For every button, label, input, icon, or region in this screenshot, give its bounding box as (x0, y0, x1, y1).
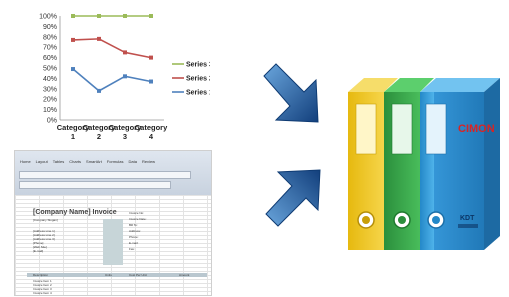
series-line (72, 38, 152, 59)
ribbon-tabs: Home Layout Tables Charts SmartArt Formulas Da… (15, 159, 211, 167)
series-point (149, 14, 153, 18)
x-tick-label: Category (135, 123, 168, 132)
invoice-table-header: Description Units Cost Per Unit Amount (27, 273, 207, 277)
y-tick-label: 70% (43, 45, 57, 52)
invoice-label: Address: (129, 229, 141, 233)
col-description: Description (33, 273, 49, 277)
line-chart: 0% 10% 20% 30% 40% 50% 60% 70% 80% 90% 100% Categor… (39, 14, 213, 142)
ribbon-tab[interactable]: Layout (36, 159, 48, 164)
series-point (97, 36, 101, 41)
col-units: Units (105, 273, 112, 277)
x-tick-label: 1 (71, 132, 75, 141)
legend-label: Series 2 (186, 76, 210, 83)
invoice-label: Phone: (129, 235, 139, 239)
invoice-label: Fax: (129, 247, 135, 251)
ribbon-tab[interactable]: Tables (53, 159, 65, 164)
ribbon-tab[interactable]: Home (20, 159, 31, 164)
ribbon-controls-row-1 (19, 171, 191, 179)
col-cost: Cost Per Unit (129, 273, 147, 277)
ribbon-controls-row-2 (19, 181, 171, 189)
y-tick-label: 30% (43, 86, 57, 93)
x-tick-label: 2 (97, 132, 101, 141)
arrow-down-right-icon (263, 63, 319, 123)
invoice-item-row: Invoice Item 4 (33, 291, 52, 295)
y-tick-label: 0% (47, 118, 57, 125)
brand-label: KDT (460, 215, 475, 222)
series-point (71, 67, 75, 72)
invoice-title: [Company Name] Invoice (33, 209, 117, 216)
y-tick-label: 80% (43, 34, 57, 41)
invoice-label: Invoice Date: (129, 217, 147, 221)
series-point (97, 88, 101, 93)
invoice-shaded-block (103, 219, 123, 265)
series-point (149, 55, 153, 60)
series-point (123, 74, 127, 79)
y-tick-label: 100% (39, 14, 57, 21)
series-point (123, 50, 127, 55)
legend-label: Series 1 (186, 90, 210, 97)
series-point (97, 14, 101, 18)
ribbon-tab[interactable]: Review (142, 159, 155, 164)
y-tick-label: 50% (43, 66, 57, 73)
arrow-up-right-icon (265, 169, 321, 227)
col-amount: Amount (179, 273, 190, 277)
series-line (72, 68, 152, 92)
series-point (71, 37, 75, 42)
ribbon-tab[interactable]: Charts (69, 159, 81, 164)
line-chart-panel: 0% 10% 20% 30% 40% 50% 60% 70% 80% 90% 100% Categor… (14, 4, 213, 144)
y-tick-label: 90% (43, 24, 57, 31)
invoice-label: Invoice No: (129, 211, 145, 215)
invoice-label: Bill To: (129, 223, 138, 227)
x-tick-label: 3 (123, 132, 127, 141)
ribbon-tab[interactable]: Formulas (107, 159, 124, 164)
spine-logo: CIMON (458, 123, 495, 135)
x-tick-label: 4 (149, 132, 154, 141)
legend-label: Series 3 (186, 62, 210, 69)
series-point (71, 14, 75, 18)
spreadsheet-invoice-panel: Home Layout Tables Charts SmartArt Formulas Da… (14, 150, 212, 296)
binder-blue: CIMON KDT (420, 78, 500, 250)
y-tick-label: 60% (43, 55, 57, 62)
series-point (149, 79, 153, 84)
series-point (123, 14, 127, 18)
ribbon-tab[interactable]: SmartArt (86, 159, 102, 164)
binders-illustration: CIMON KDT (348, 78, 500, 250)
spreadsheet-ribbon: Home Layout Tables Charts SmartArt Formulas Da… (15, 151, 211, 196)
invoice-label: E-mail: (129, 241, 139, 245)
y-tick-label: 20% (43, 97, 57, 104)
address-line: [E-mail] (33, 249, 44, 253)
y-tick-label: 40% (43, 76, 57, 83)
y-tick-label: 10% (43, 107, 57, 114)
company-slogan: [Company Slogan] (33, 218, 58, 222)
ribbon-tab[interactable]: Data (128, 159, 136, 164)
